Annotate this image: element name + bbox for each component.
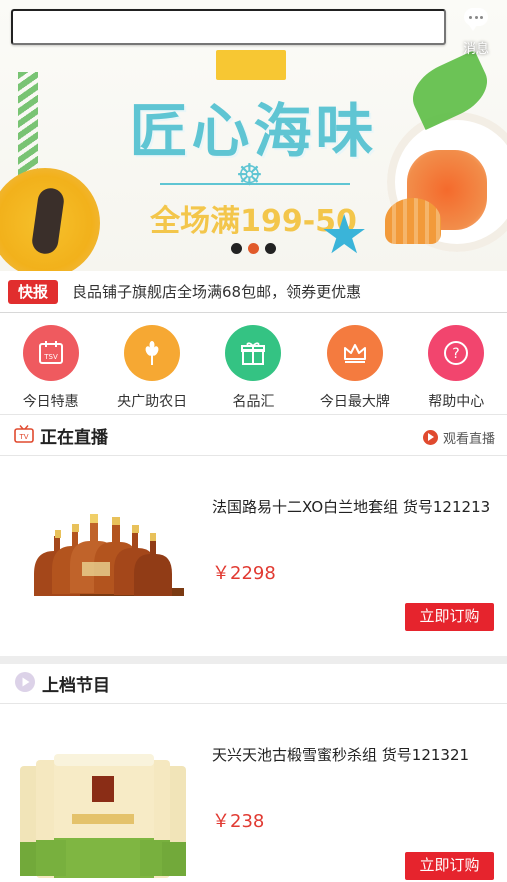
news-ticker[interactable]: 快报 良品铺子旗舰店全场满68包邮，领券更优惠 bbox=[0, 271, 507, 313]
category-top-brand[interactable]: 今日最大牌 bbox=[310, 325, 400, 414]
category-label: 央广助农日 bbox=[117, 394, 188, 410]
scallop-shell-illustration bbox=[385, 198, 441, 244]
upcoming-product-card[interactable]: 天兴天池古椴雪蜜秒杀组 货号121321 ￥238 立即订购 bbox=[0, 704, 507, 882]
category-today-deals[interactable]: TSV 今日特惠 bbox=[6, 325, 96, 414]
product-image[interactable] bbox=[14, 496, 188, 646]
upcoming-section-header: 上档节目 bbox=[0, 664, 507, 704]
category-nav: TSV 今日特惠 央广助农日 名品汇 今日最大牌 ? 帮助中心 bbox=[0, 313, 507, 415]
svg-text:?: ? bbox=[453, 346, 460, 362]
category-brands[interactable]: 名品汇 bbox=[208, 325, 298, 414]
category-label: 帮助中心 bbox=[428, 394, 485, 410]
category-farm-aid[interactable]: 央广助农日 bbox=[107, 325, 197, 414]
crown-icon bbox=[326, 325, 383, 381]
section-divider bbox=[0, 656, 507, 664]
play-circle-icon bbox=[14, 671, 36, 697]
upcoming-section-title: 上档节目 bbox=[42, 676, 110, 696]
carousel-dot[interactable] bbox=[265, 243, 276, 254]
tv-icon: TV bbox=[14, 424, 34, 447]
ticker-tag: 快报 bbox=[8, 279, 58, 304]
search-input[interactable] bbox=[11, 9, 446, 45]
carousel-indicator[interactable] bbox=[0, 243, 507, 254]
gift-icon bbox=[225, 325, 282, 381]
svg-text:TSV: TSV bbox=[43, 353, 58, 361]
title-band bbox=[216, 50, 286, 80]
order-now-button[interactable]: 立即订购 bbox=[405, 852, 494, 880]
chat-bubble-icon bbox=[464, 8, 488, 31]
tsv-calendar-icon: TSV bbox=[22, 325, 79, 381]
help-icon: ? bbox=[428, 325, 485, 381]
carousel-dot-active[interactable] bbox=[248, 243, 259, 254]
svg-text:TV: TV bbox=[18, 433, 28, 441]
wheat-icon bbox=[124, 325, 181, 381]
order-now-button[interactable]: 立即订购 bbox=[405, 603, 494, 631]
ticker-text[interactable]: 良品铺子旗舰店全场满68包邮，领券更优惠 bbox=[72, 281, 361, 302]
product-name[interactable]: 法国路易十二XO白兰地套组 货号121213 bbox=[212, 496, 490, 517]
message-label: 消息 bbox=[462, 42, 489, 57]
product-price: ￥2298 bbox=[212, 563, 276, 584]
live-section-title: 正在直播 bbox=[40, 428, 108, 448]
message-button[interactable]: 消息 bbox=[456, 8, 496, 57]
product-name[interactable]: 天兴天池古椴雪蜜秒杀组 货号121321 bbox=[212, 744, 469, 765]
live-section-header: TV 正在直播 观看直播 bbox=[0, 416, 507, 456]
category-help[interactable]: ? 帮助中心 bbox=[411, 325, 501, 414]
product-price: ￥238 bbox=[212, 811, 265, 832]
category-label: 名品汇 bbox=[232, 394, 275, 410]
watch-live-label: 观看直播 bbox=[442, 432, 495, 447]
play-icon bbox=[422, 430, 438, 445]
category-label: 今日最大牌 bbox=[319, 394, 390, 410]
product-image[interactable] bbox=[14, 742, 188, 882]
app-root: 匠心海味 ☸ 全场满199-50 ★ 消息 快报 良品铺子旗舰店全场满68包邮，… bbox=[0, 0, 507, 882]
category-label: 今日特惠 bbox=[22, 394, 79, 410]
watch-live-link[interactable]: 观看直播 bbox=[422, 428, 495, 447]
ship-wheel-icon: ☸ bbox=[236, 158, 263, 193]
carousel-dot[interactable] bbox=[231, 243, 242, 254]
banner-title: 匠心海味 bbox=[129, 97, 378, 165]
live-product-card[interactable]: 法国路易十二XO白兰地套组 货号121213 ￥2298 立即订购 bbox=[0, 456, 507, 656]
